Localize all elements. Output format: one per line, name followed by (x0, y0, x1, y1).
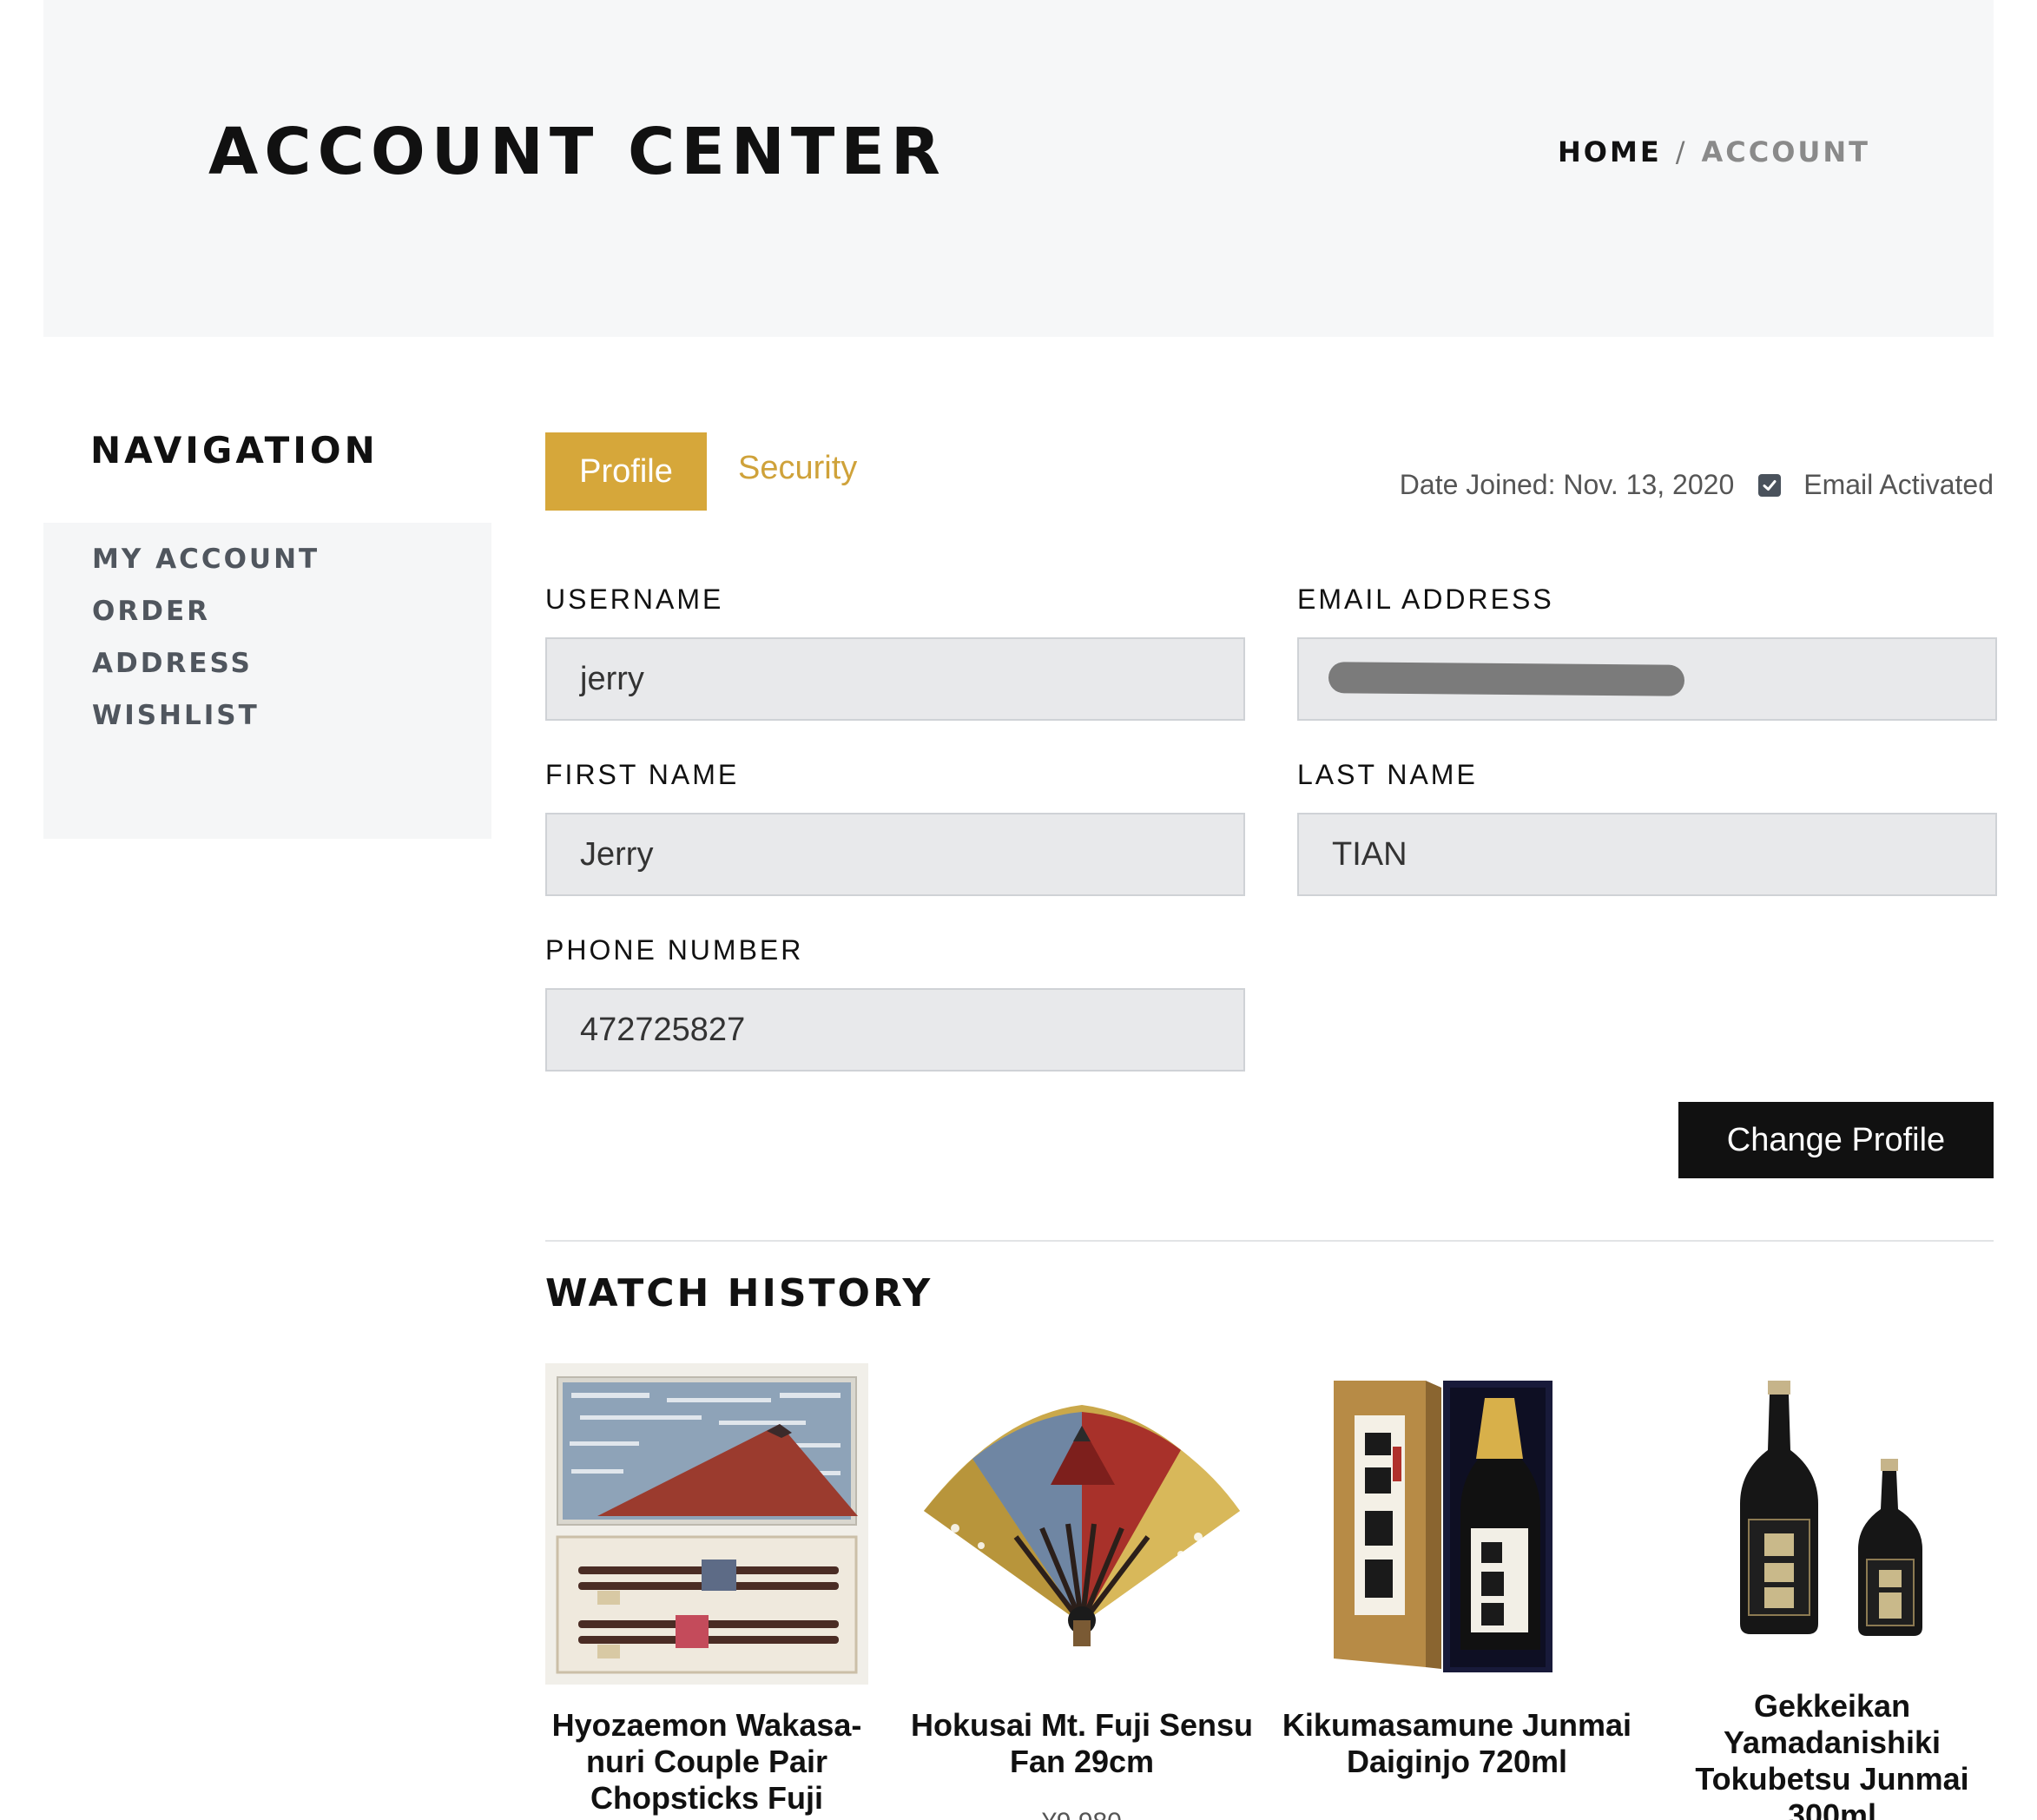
chopsticks-box-image[interactable] (545, 1363, 868, 1685)
username-label: USERNAME (545, 584, 724, 615)
username-value: jerry (580, 660, 644, 697)
first-name-label: FIRST NAME (545, 759, 740, 790)
email-field[interactable] (1297, 637, 1997, 721)
folding-fan-image[interactable] (920, 1363, 1243, 1685)
sake-gift-box-image[interactable] (1295, 1363, 1618, 1685)
tab-profile[interactable]: Profile (545, 432, 707, 511)
watch-history-card[interactable]: Gekkeikan Yamadanishiki Tokubetsu Junmai… (1671, 1363, 1994, 1820)
account-meta: Date Joined: Nov. 13, 2020 Email Activat… (1400, 469, 1994, 501)
product-name[interactable]: Hokusai Mt. Fuji Sensu Fan 29cm (903, 1707, 1261, 1780)
product-name[interactable]: Kikumasamune Junmai Daiginjo 720ml (1278, 1707, 1636, 1780)
breadcrumb-current: ACCOUNT (1701, 135, 1870, 168)
sidebar-item-my-account[interactable]: MY ACCOUNT (92, 544, 320, 575)
tab-security[interactable]: Security (738, 450, 857, 487)
product-price: ¥9,980 (920, 1808, 1243, 1820)
sake-bottles-image[interactable] (1671, 1363, 1994, 1685)
sidebar-item-order[interactable]: ORDER (92, 596, 210, 627)
redacted-email-scribble (1328, 662, 1685, 696)
check-icon (1763, 479, 1777, 491)
sidebar-item-address[interactable]: ADDRESS (92, 648, 253, 679)
watch-history-title: WATCH HISTORY (545, 1271, 933, 1316)
breadcrumb-home-link[interactable]: HOME (1558, 135, 1662, 168)
navigation-heading: NAVIGATION (90, 429, 379, 471)
phone-label: PHONE NUMBER (545, 934, 804, 966)
section-divider (545, 1240, 1994, 1242)
phone-field[interactable]: 472725827 (545, 988, 1245, 1072)
last-name-field[interactable]: TIAN (1297, 813, 1997, 896)
page-header-banner: ACCOUNT CENTER HOME / ACCOUNT (43, 0, 1994, 337)
change-profile-button[interactable]: Change Profile (1678, 1102, 1994, 1178)
first-name-field[interactable]: Jerry (545, 813, 1245, 896)
page-title: ACCOUNT CENTER (208, 115, 946, 189)
watch-history-card[interactable]: Hyozaemon Wakasa-nuri Couple Pair Chopst… (545, 1363, 868, 1816)
first-name-value: Jerry (580, 835, 654, 873)
last-name-value: TIAN (1332, 835, 1407, 873)
last-name-label: LAST NAME (1297, 759, 1478, 790)
breadcrumb: HOME / ACCOUNT (1558, 135, 1870, 168)
email-activated-checkbox (1758, 473, 1782, 497)
phone-value: 472725827 (580, 1011, 746, 1048)
breadcrumb-separator: / (1675, 135, 1688, 168)
watch-history-card[interactable]: Kikumasamune Junmai Daiginjo 720ml (1282, 1363, 1632, 1779)
watch-history-card[interactable]: Hokusai Mt. Fuji Sensu Fan 29cm ¥9,980 (911, 1363, 1253, 1820)
email-activated-label: Email Activated (1803, 469, 1994, 500)
email-label: EMAIL ADDRESS (1297, 584, 1554, 615)
date-joined: Date Joined: Nov. 13, 2020 (1399, 469, 1735, 500)
sidebar-item-wishlist[interactable]: WISHLIST (92, 700, 260, 731)
product-name[interactable]: Gekkeikan Yamadanishiki Tokubetsu Junmai… (1653, 1688, 2011, 1820)
username-field[interactable]: jerry (545, 637, 1245, 721)
product-name[interactable]: Hyozaemon Wakasa-nuri Couple Pair Chopst… (528, 1707, 886, 1817)
sidebar-nav: MY ACCOUNT ORDER ADDRESS WISHLIST (43, 523, 491, 839)
